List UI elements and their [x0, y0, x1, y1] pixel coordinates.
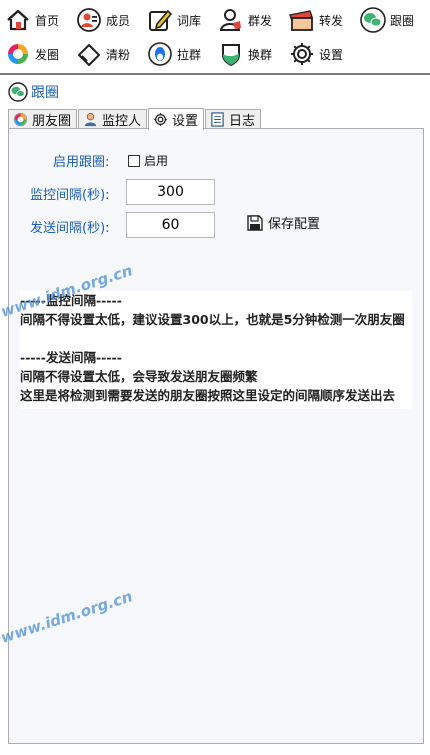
- enable-follow-checkbox[interactable]: 启用: [128, 152, 168, 169]
- toolbar-member-label: 成员: [106, 13, 131, 28]
- send-interval-input[interactable]: [126, 212, 215, 238]
- save-config-button[interactable]: 保存配置: [246, 213, 320, 232]
- toolbar-switch-group-label: 换群: [248, 47, 273, 62]
- toolbar-settings-button[interactable]: 设置: [288, 37, 343, 71]
- gear-icon: [153, 112, 168, 127]
- toolbar-forward-label: 转发: [319, 13, 344, 28]
- tab-moments[interactable]: 朋友圈: [8, 109, 78, 129]
- person-icon: [83, 112, 98, 127]
- main-toolbar: 首页 成员 词库 群发 转发 跟圈 发圈 清粉 拉群 换群 设置: [0, 0, 430, 75]
- log-icon: [210, 112, 225, 127]
- tab-bar: 朋友圈 监控人 设置 日志: [8, 108, 262, 130]
- toolbar-member-button[interactable]: 成员: [75, 3, 130, 37]
- save-icon: [246, 214, 264, 232]
- note-line: [20, 329, 412, 348]
- toolbar-post-moments-button[interactable]: 发圈: [4, 37, 59, 71]
- toolbar-switch-group-button[interactable]: 换群: [217, 37, 272, 71]
- tab-settings-label: 设置: [172, 114, 199, 129]
- shield-icon: [217, 40, 245, 68]
- toolbar-home-button[interactable]: 首页: [4, 3, 59, 37]
- tab-monitor[interactable]: 监控人: [78, 109, 148, 129]
- users-icon: [217, 6, 245, 34]
- note-line: 间隔不得设置太低，建议设置300以上，也就是5分钟检测一次朋友圈: [20, 312, 405, 327]
- enable-follow-label: 启用跟圈:: [53, 155, 110, 170]
- toolbar-mass-send-button[interactable]: 群发: [217, 3, 272, 37]
- note-line: -----发送间隔-----: [20, 350, 122, 365]
- toolbar-follow-moments-button[interactable]: 跟圈: [359, 3, 414, 37]
- wechat-icon: [8, 82, 28, 102]
- toolbar-pull-group-label: 拉群: [177, 47, 202, 62]
- send-interval-label: 发送间隔(秒):: [30, 221, 110, 236]
- toolbar-settings-label: 设置: [319, 47, 344, 62]
- tab-log[interactable]: 日志: [205, 109, 262, 129]
- home-icon: [4, 6, 32, 34]
- toolbar-lexicon-label: 词库: [177, 13, 202, 28]
- tab-moments-label: 朋友圈: [32, 114, 72, 129]
- toolbar-post-moments-label: 发圈: [35, 47, 60, 62]
- section-title: 跟圈: [31, 85, 59, 101]
- section-header: 跟圈: [8, 81, 59, 103]
- toolbar-mass-send-label: 群发: [248, 13, 273, 28]
- tab-monitor-label: 监控人: [102, 114, 142, 129]
- forward-icon: [288, 6, 316, 34]
- enable-checkbox-label: 启用: [144, 154, 169, 168]
- note-line: 这里是将检测到需要发送的朋友圈按照这里设定的间隔顺序发送出去: [20, 388, 396, 403]
- penguin-icon: [146, 40, 174, 68]
- edit-icon: [146, 6, 174, 34]
- settings-panel: 启用跟圈: 启用 监控间隔(秒): 发送间隔(秒): 保存配置 -----监控间…: [8, 128, 424, 744]
- toolbar-home-label: 首页: [35, 13, 60, 28]
- monitor-interval-label: 监控间隔(秒):: [30, 188, 110, 203]
- enable-checkbox-box[interactable]: [128, 154, 140, 167]
- toolbar-clear-fans-label: 清粉: [106, 47, 131, 62]
- toolbar-divider: [0, 73, 430, 75]
- gear-icon: [288, 40, 316, 68]
- tab-settings[interactable]: 设置: [148, 108, 205, 130]
- toolbar-lexicon-button[interactable]: 词库: [146, 3, 201, 37]
- toolbar-forward-button[interactable]: 转发: [288, 3, 343, 37]
- save-config-label: 保存配置: [268, 217, 321, 232]
- member-icon: [75, 6, 103, 34]
- moments-icon: [4, 40, 32, 68]
- monitor-interval-input[interactable]: [126, 179, 215, 205]
- toolbar-follow-moments-label: 跟圈: [390, 13, 415, 28]
- wechat-icon: [359, 6, 387, 34]
- eraser-icon: [75, 40, 103, 68]
- toolbar-clear-fans-button[interactable]: 清粉: [75, 37, 130, 71]
- tab-log-label: 日志: [229, 114, 256, 129]
- moments-icon: [13, 112, 28, 127]
- note-line: 间隔不得设置太低，会导致发送朋友圈频繁: [20, 369, 258, 384]
- help-note: -----监控间隔----- 间隔不得设置太低，建议设置300以上，也就是5分钟…: [20, 291, 412, 409]
- toolbar-pull-group-button[interactable]: 拉群: [146, 37, 201, 71]
